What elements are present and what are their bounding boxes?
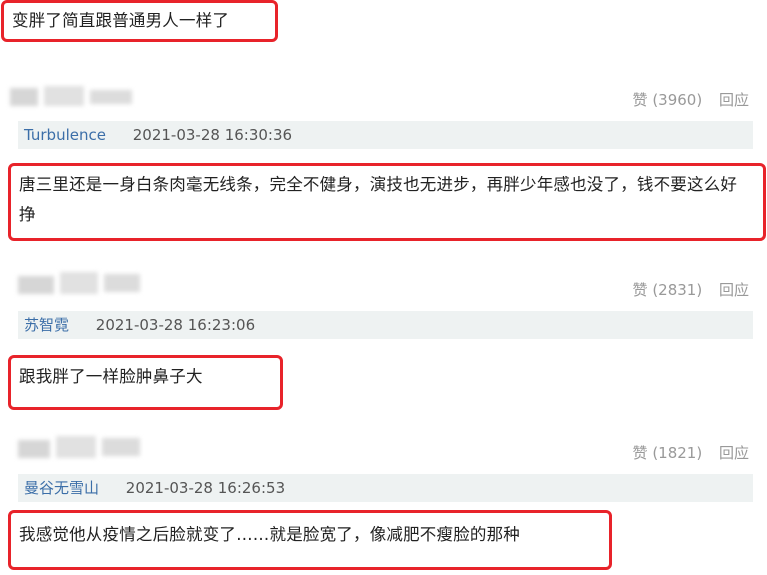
comment-box: 跟我胖了一样脸肿鼻子大 <box>8 355 283 410</box>
comment-actions: 赞 (3960) 回应 <box>633 89 749 110</box>
comment-box: 我感觉他从疫情之后脸就变了……就是脸宽了，像减肥不瘦脸的那种 <box>8 510 612 570</box>
reply-button[interactable]: 回应 <box>719 279 749 300</box>
like-button[interactable]: 赞 (1821) <box>633 442 703 463</box>
top-comment-box: 变胖了简直跟普通男人一样了 <box>1 0 278 42</box>
comment-box: 唐三里还是一身白条肉毫无线条，完全不健身，演技也无进步，再胖少年感也没了，钱不要… <box>8 163 766 241</box>
timestamp: 2021-03-28 16:30:36 <box>132 126 293 144</box>
reply-button[interactable]: 回应 <box>719 442 749 463</box>
comment-text: 跟我胖了一样脸肿鼻子大 <box>19 367 203 386</box>
username-link[interactable]: 苏智霓 <box>24 311 69 339</box>
like-button[interactable]: 赞 (2831) <box>633 279 703 300</box>
username-link[interactable]: Turbulence <box>24 121 106 149</box>
avatar-blurred <box>18 434 140 460</box>
timestamp: 2021-03-28 16:26:53 <box>125 479 286 497</box>
comment-actions: 赞 (1821) 回应 <box>633 442 749 463</box>
like-button[interactable]: 赞 (3960) <box>633 89 703 110</box>
comment-text: 我感觉他从疫情之后脸就变了……就是脸宽了，像减肥不瘦脸的那种 <box>19 525 520 544</box>
comment-meta: Turbulence 2021-03-28 16:30:36 <box>18 121 753 149</box>
comment-meta: 苏智霓 2021-03-28 16:23:06 <box>18 311 753 339</box>
comment-text: 唐三里还是一身白条肉毫无线条，完全不健身，演技也无进步，再胖少年感也没了，钱不要… <box>19 175 738 224</box>
username-link[interactable]: 曼谷无雪山 <box>24 474 99 502</box>
avatar-blurred <box>18 270 140 296</box>
comment-text: 变胖了简直跟普通男人一样了 <box>12 11 230 30</box>
comment-actions: 赞 (2831) 回应 <box>633 279 749 300</box>
avatar-blurred <box>10 84 132 110</box>
comment-meta: 曼谷无雪山 2021-03-28 16:26:53 <box>18 474 753 502</box>
timestamp: 2021-03-28 16:23:06 <box>95 316 256 334</box>
reply-button[interactable]: 回应 <box>719 89 749 110</box>
